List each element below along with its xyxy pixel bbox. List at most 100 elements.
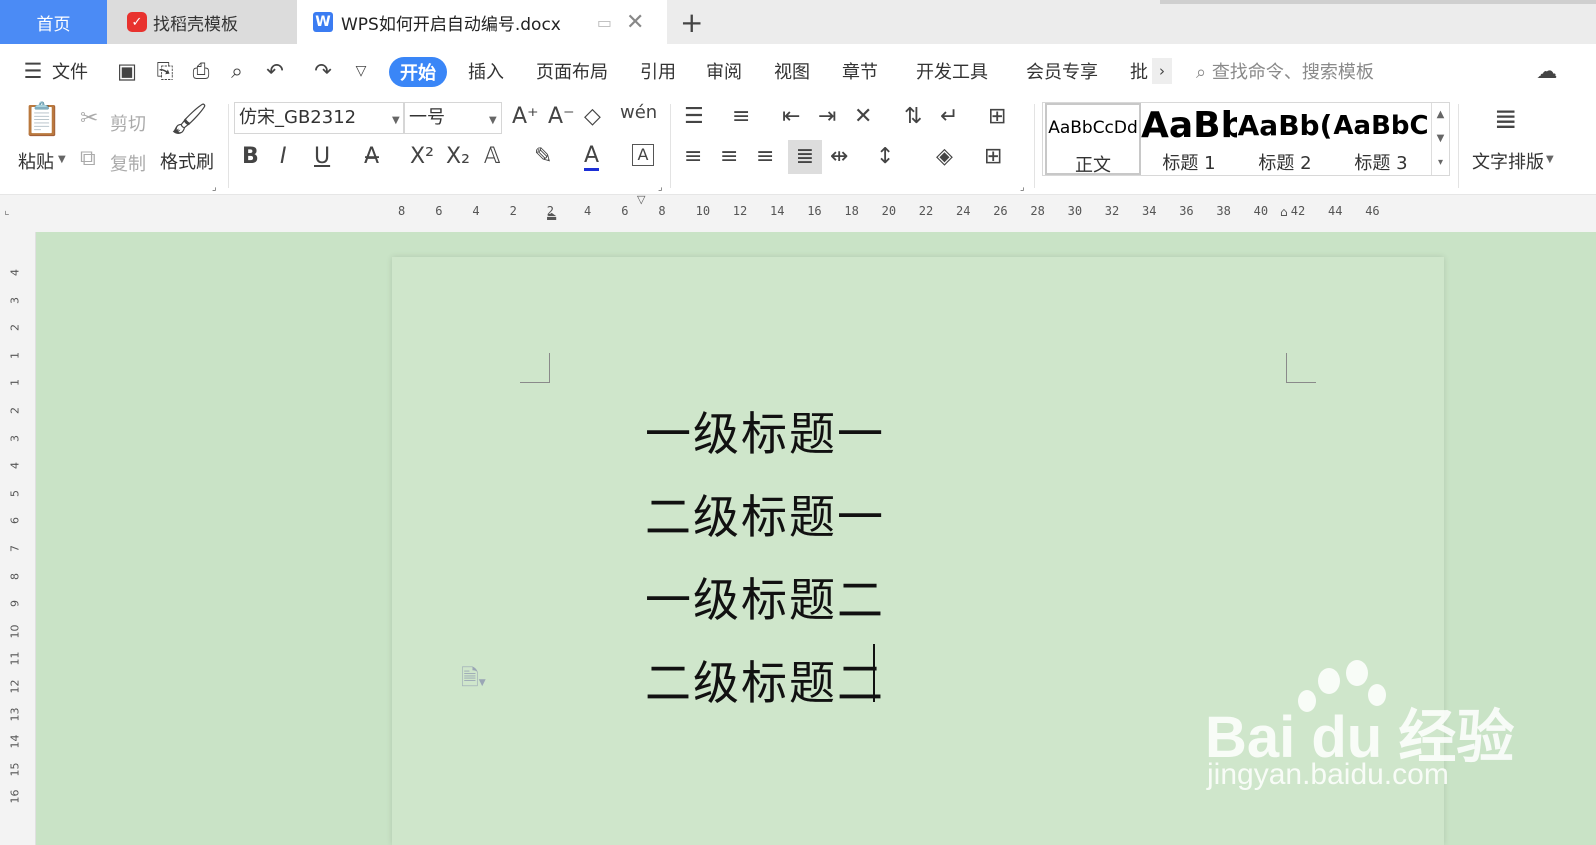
menu-section[interactable]: 章节 [842, 58, 878, 84]
paste-icon[interactable]: 📋 [22, 100, 62, 138]
shrink-font-icon[interactable]: A⁻ [548, 104, 575, 129]
borders-icon[interactable]: ⊞ [984, 144, 1002, 169]
search-box[interactable]: ⌕ 查找命令、搜索模板 [1196, 58, 1374, 84]
shading-icon[interactable]: ◈ [936, 144, 953, 169]
style-heading-1[interactable]: AaBb 标题 1 [1141, 103, 1237, 175]
text-layout-dropdown-icon[interactable]: ▼ [1546, 154, 1554, 165]
export-pdf-icon[interactable]: ⎘ [152, 58, 178, 84]
heading-line-2[interactable]: 二级标题一 [645, 481, 885, 547]
justify-icon[interactable]: ≣ [788, 140, 822, 174]
tab-document[interactable]: W WPS如何开启自动编号.docx ▭ ✕ [297, 0, 667, 44]
menu-member[interactable]: 会员专享 [1026, 58, 1098, 84]
heading-line-4[interactable]: 二级标题二 [645, 647, 885, 713]
hamburger-icon[interactable]: ☰ [20, 58, 46, 84]
bullets-icon[interactable]: ☰ [684, 104, 704, 129]
customize-chevron-icon[interactable]: ▽ [348, 58, 374, 84]
styles-scroll-up-icon[interactable]: ▲ [1432, 103, 1449, 127]
menu-review[interactable]: 审阅 [706, 58, 742, 84]
menu-file[interactable]: 文件 [52, 58, 88, 84]
underline-icon[interactable]: U [314, 144, 330, 169]
menu-developer-tools[interactable]: 开发工具 [916, 58, 988, 84]
styles-scroll[interactable]: ▲ ▼ ▾ [1431, 103, 1449, 175]
wps-writer-icon: W [313, 12, 333, 32]
styles-expand-icon[interactable]: ▾ [1432, 151, 1449, 175]
grow-font-icon[interactable]: A⁺ [512, 104, 539, 129]
menu-page-layout[interactable]: 页面布局 [536, 58, 608, 84]
distributed-align-icon[interactable]: ⇹ [830, 144, 848, 169]
vruler-tick: 1 [8, 351, 22, 359]
menu-insert[interactable]: 插入 [468, 58, 504, 84]
text-effect-icon[interactable]: 𝔸 [484, 144, 500, 169]
tab-home[interactable]: 首页 [0, 0, 107, 44]
vertical-ruler[interactable]: 4 3 2 1 1 2 3 4 5 6 7 8 9 10 11 12 13 14 15 16 [0, 232, 36, 845]
pinyin-guide-icon[interactable]: wén [620, 102, 657, 123]
monitor-icon[interactable]: ▭ [597, 13, 612, 32]
style-heading-3[interactable]: AaBbC 标题 3 [1333, 103, 1429, 175]
numbering-icon[interactable]: ≡ [732, 104, 750, 129]
menu-comment[interactable]: 批 [1130, 58, 1148, 84]
style-normal-sample: AaBbCcDd [1048, 118, 1138, 138]
line-spacing-icon[interactable]: ↕ [876, 144, 894, 169]
close-tab-icon[interactable]: ✕ [626, 10, 644, 35]
table-tools-icon[interactable]: ⊞ [988, 104, 1006, 129]
text-layout-icon[interactable]: ≣ [1494, 102, 1517, 135]
tab-daoke-templates[interactable]: ✓ 找稻壳模板 [107, 0, 297, 44]
subscript-icon[interactable]: X₂ [446, 144, 470, 169]
vruler-tick: 12 [8, 679, 22, 694]
menu-references[interactable]: 引用 [640, 58, 676, 84]
ruler-tick: 42 [1290, 204, 1306, 218]
new-tab-button[interactable]: + [680, 6, 703, 39]
font-size-select[interactable]: 一号 [404, 102, 502, 134]
chinese-layout-icon[interactable]: ✕ [854, 104, 872, 129]
paste-button[interactable]: 粘贴 [18, 148, 54, 174]
format-painter-button[interactable]: 格式刷 [160, 148, 214, 174]
style-normal[interactable]: AaBbCcDd 正文 [1045, 103, 1141, 175]
paste-dropdown-icon[interactable]: ▼ [58, 154, 66, 165]
decrease-indent-icon[interactable]: ⇤ [782, 104, 800, 129]
right-indent-icon[interactable]: ⌂ [1280, 205, 1288, 219]
paragraph-launcher-icon[interactable]: ⌟ [1020, 182, 1025, 193]
heading-line-3[interactable]: 一级标题二 [645, 564, 885, 630]
print-icon[interactable]: ⎙ [188, 58, 214, 84]
strikethrough-icon[interactable]: A̶ [364, 144, 379, 169]
italic-icon[interactable]: I [280, 144, 287, 169]
font-size-dropdown-icon[interactable]: ▼ [489, 115, 497, 126]
redo-icon[interactable]: ↷ [310, 58, 336, 84]
align-right-icon[interactable]: ≡ [756, 144, 774, 169]
print-preview-icon[interactable]: ⌕ [224, 58, 250, 84]
highlight-icon[interactable]: ✎ [534, 144, 552, 169]
clipboard-launcher-icon[interactable]: ⌟ [212, 182, 217, 193]
char-border-icon[interactable]: A [632, 144, 654, 166]
style-heading-3-sample: AaBbC [1333, 111, 1429, 141]
cut-button[interactable]: 剪切 [110, 110, 146, 136]
tab-stop-icon[interactable]: ⌞ [4, 203, 10, 217]
menu-start[interactable]: 开始 [389, 57, 447, 87]
show-marks-icon[interactable]: ↵ [940, 104, 958, 129]
bold-icon[interactable]: B [242, 144, 259, 169]
style-heading-2[interactable]: AaBb( 标题 2 [1237, 103, 1333, 175]
align-center-icon[interactable]: ≡ [720, 144, 738, 169]
more-menu-chevron-icon[interactable]: › [1152, 58, 1172, 84]
heading-line-1[interactable]: 一级标题一 [645, 398, 885, 464]
font-launcher-icon[interactable]: ⌟ [658, 182, 663, 193]
copy-button[interactable]: 复制 [110, 150, 146, 176]
menu-view[interactable]: 视图 [774, 58, 810, 84]
format-painter-icon[interactable]: 🖌 [170, 102, 208, 137]
ruler-tick: 20 [881, 204, 897, 218]
text-layout-button[interactable]: 文字排版 [1472, 148, 1544, 174]
paragraph-handle-icon[interactable]: 🗎▼ [461, 661, 486, 699]
align-left-icon[interactable]: ≡ [684, 144, 702, 169]
indent-marker-icon[interactable]: ⏏ [546, 209, 557, 223]
font-name-dropdown-icon[interactable]: ▼ [392, 115, 400, 126]
superscript-icon[interactable]: X² [410, 144, 434, 169]
increase-indent-icon[interactable]: ⇥ [818, 104, 836, 129]
save-icon[interactable]: ▣ [114, 58, 140, 84]
font-color-icon[interactable]: A [584, 144, 600, 171]
sort-icon[interactable]: ⇅ [904, 104, 922, 129]
first-line-indent-icon[interactable]: ▽ [637, 193, 645, 206]
undo-icon[interactable]: ↶ [262, 58, 288, 84]
clear-format-icon[interactable]: ◇ [584, 104, 601, 129]
styles-scroll-down-icon[interactable]: ▼ [1432, 127, 1449, 151]
cloud-sync-icon[interactable]: ☁ [1534, 58, 1560, 84]
font-name-select[interactable]: 仿宋_GB2312 [234, 102, 404, 134]
